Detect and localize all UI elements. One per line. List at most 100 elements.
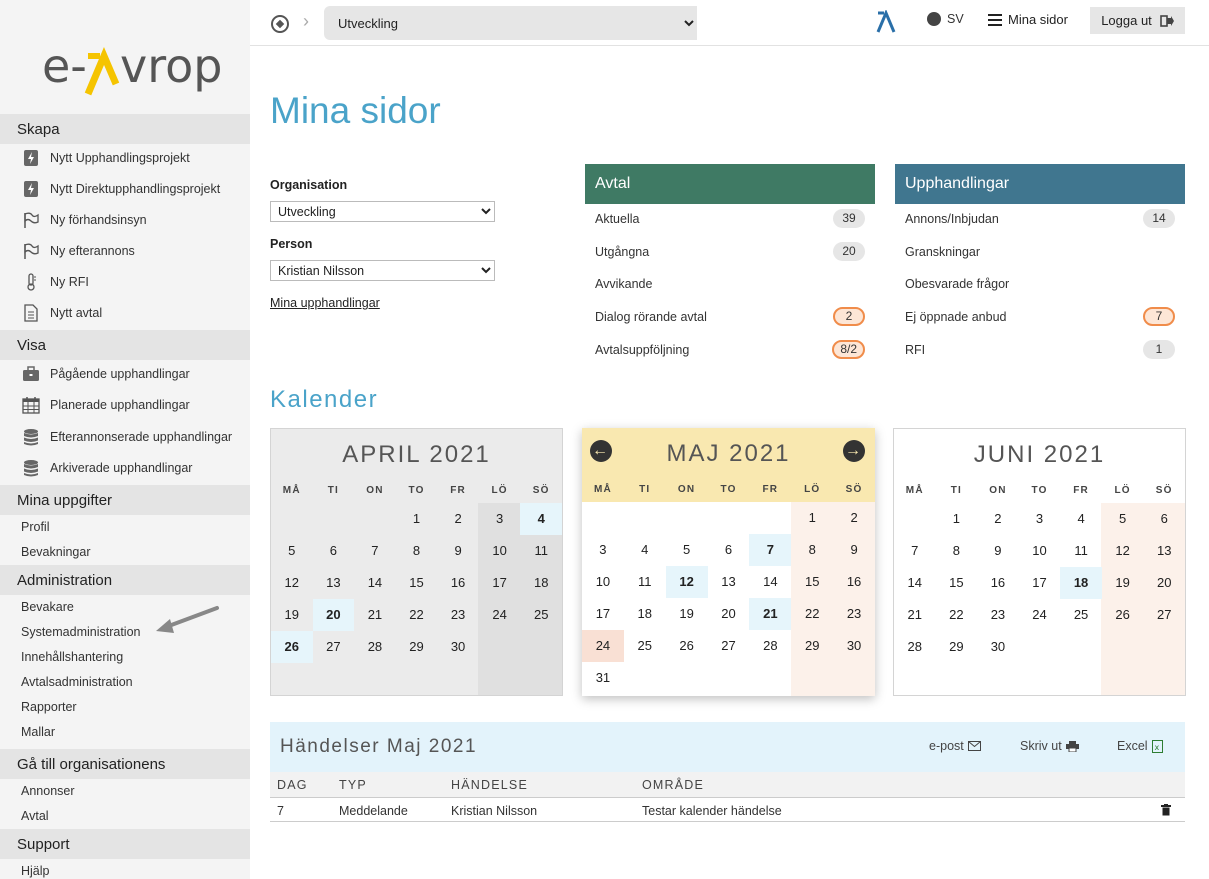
sidebar-item-nytt-avtal[interactable]: Nytt avtal xyxy=(22,302,102,324)
calendar-day[interactable]: 15 xyxy=(396,567,438,599)
email-action[interactable]: e-post xyxy=(929,739,981,753)
calendar-day[interactable]: 15 xyxy=(791,566,833,598)
calendar-day[interactable]: 17 xyxy=(479,567,521,599)
sidebar-item-avtalsadministration[interactable]: Avtalsadministration xyxy=(21,671,133,693)
calendar-day[interactable]: 2 xyxy=(437,503,479,535)
organisation-switcher[interactable]: Utveckling xyxy=(324,6,697,40)
calendar-day[interactable]: 5 xyxy=(1102,503,1144,535)
calendar-day[interactable]: 1 xyxy=(396,503,438,535)
compass-icon[interactable] xyxy=(271,15,289,33)
calendar-day[interactable]: 28 xyxy=(749,630,791,662)
sidebar-item-annonser[interactable]: Annonser xyxy=(21,780,75,802)
sidebar-item-rapporter[interactable]: Rapporter xyxy=(21,696,77,718)
calendar-day[interactable]: 2 xyxy=(977,503,1019,535)
calendar-day[interactable]: 11 xyxy=(520,535,562,567)
calendar-day[interactable]: 22 xyxy=(396,599,438,631)
calendar-day[interactable]: 10 xyxy=(582,566,624,598)
calendar-day[interactable]: 18 xyxy=(520,567,562,599)
sidebar-item-pågående-upphandlingar[interactable]: Pågående upphandlingar xyxy=(22,363,190,385)
calendar-day[interactable]: 24 xyxy=(1019,599,1061,631)
calendar-day[interactable]: 29 xyxy=(396,631,438,663)
logo[interactable]: e- vrop xyxy=(42,39,232,98)
calendar-day[interactable]: 4 xyxy=(1060,503,1102,535)
calendar-day[interactable]: 11 xyxy=(1060,535,1102,567)
sidebar-item-planerade-upphandlingar[interactable]: Planerade upphandlingar xyxy=(22,394,190,416)
calendar-day[interactable]: 25 xyxy=(520,599,562,631)
calendar-day[interactable]: 19 xyxy=(1102,567,1144,599)
calendar-day[interactable]: 13 xyxy=(708,566,750,598)
calendar-day[interactable]: 2 xyxy=(833,502,875,534)
calendar-day[interactable]: 3 xyxy=(582,534,624,566)
calendar-day[interactable]: 7 xyxy=(749,534,792,566)
calendar-day[interactable]: 29 xyxy=(936,631,978,663)
calendar-day[interactable]: 12 xyxy=(271,567,313,599)
next-month-icon[interactable]: → xyxy=(843,440,865,462)
calendar-day[interactable]: 22 xyxy=(791,598,833,630)
calendar-day[interactable]: 14 xyxy=(354,567,396,599)
calendar-day[interactable]: 20 xyxy=(312,599,355,631)
calendar-day[interactable]: 27 xyxy=(313,631,355,663)
calendar-day[interactable]: 25 xyxy=(624,630,666,662)
calendar-day[interactable]: 31 xyxy=(582,662,624,694)
calendar-day[interactable]: 14 xyxy=(749,566,791,598)
panel-row[interactable]: Avtalsuppföljning 8/2 xyxy=(585,335,875,368)
panel-row[interactable]: Granskningar xyxy=(895,237,1185,270)
panel-row[interactable]: Ej öppnade anbud 7 xyxy=(895,302,1185,335)
calendar-day[interactable]: 23 xyxy=(977,599,1019,631)
panel-row[interactable]: Utgångna 20 xyxy=(585,237,875,270)
calendar-day[interactable]: 12 xyxy=(1102,535,1144,567)
person-select[interactable]: Kristian Nilsson xyxy=(270,260,495,281)
sidebar-item-bevakare[interactable]: Bevakare xyxy=(21,596,74,618)
calendar-day[interactable]: 23 xyxy=(833,598,875,630)
calendar-day[interactable]: 28 xyxy=(894,631,936,663)
calendar-day[interactable]: 30 xyxy=(833,630,875,662)
logout-button[interactable]: Logga ut xyxy=(1090,7,1185,34)
calendar-day[interactable]: 3 xyxy=(479,503,521,535)
panel-row[interactable]: Avvikande xyxy=(585,269,875,302)
calendar-day[interactable]: 8 xyxy=(936,535,978,567)
calendar-day[interactable]: 7 xyxy=(894,535,936,567)
calendar-day[interactable]: 9 xyxy=(977,535,1019,567)
sidebar-item-bevakningar[interactable]: Bevakningar xyxy=(21,541,91,563)
calendar-day[interactable]: 9 xyxy=(833,534,875,566)
calendar-day[interactable]: 18 xyxy=(1060,567,1102,599)
calendar-day[interactable]: 27 xyxy=(1143,599,1185,631)
calendar-day[interactable]: 1 xyxy=(791,502,833,534)
calendar-day[interactable]: 21 xyxy=(354,599,396,631)
calendar-day[interactable]: 25 xyxy=(1060,599,1102,631)
sidebar-item-nytt-upphandlingsprojekt[interactable]: Nytt Upphandlingsprojekt xyxy=(22,147,190,169)
calendar-day[interactable]: 5 xyxy=(271,535,313,567)
language-selector[interactable]: SV xyxy=(927,12,964,26)
calendar-day[interactable]: 16 xyxy=(437,567,479,599)
calendar-day[interactable]: 28 xyxy=(354,631,396,663)
calendar-day[interactable]: 16 xyxy=(833,566,875,598)
calendar-day[interactable]: 5 xyxy=(666,534,708,566)
excel-action[interactable]: Excel x xyxy=(1117,739,1163,753)
calendar-day[interactable]: 24 xyxy=(479,599,521,631)
sidebar-item-ny-förhandsinsyn[interactable]: Ny förhandsinsyn xyxy=(22,209,147,231)
calendar-day[interactable]: 10 xyxy=(1019,535,1061,567)
calendar-day[interactable]: 20 xyxy=(708,598,750,630)
calendar-day[interactable]: 6 xyxy=(313,535,355,567)
calendar-day[interactable]: 17 xyxy=(1019,567,1061,599)
calendar-day[interactable]: 4 xyxy=(520,503,562,535)
panel-row[interactable]: Obesvarade frågor xyxy=(895,269,1185,302)
calendar-day[interactable]: 14 xyxy=(894,567,936,599)
calendar-day[interactable]: 23 xyxy=(437,599,479,631)
mina-upphandlingar-link[interactable]: Mina upphandlingar xyxy=(270,296,380,310)
calendar-day[interactable]: 6 xyxy=(708,534,750,566)
calendar-day[interactable]: 30 xyxy=(977,631,1019,663)
calendar-day[interactable]: 13 xyxy=(1143,535,1185,567)
sidebar-item-avtal[interactable]: Avtal xyxy=(21,805,49,827)
avrop-mark-icon[interactable] xyxy=(875,10,897,34)
sidebar-item-ny-rfi[interactable]: Ny RFI xyxy=(22,271,89,293)
organisation-select[interactable]: Utveckling xyxy=(270,201,495,222)
calendar-day[interactable]: 8 xyxy=(791,534,833,566)
sidebar-item-innehållshantering[interactable]: Innehållshantering xyxy=(21,646,123,668)
calendar-day[interactable]: 15 xyxy=(936,567,978,599)
calendar-day[interactable]: 6 xyxy=(1143,503,1185,535)
event-row[interactable]: 7 Meddelande Kristian Nilsson Testar kal… xyxy=(270,798,1185,822)
sidebar-item-mallar[interactable]: Mallar xyxy=(21,721,55,743)
calendar-day[interactable]: 8 xyxy=(396,535,438,567)
calendar-day[interactable]: 1 xyxy=(936,503,978,535)
